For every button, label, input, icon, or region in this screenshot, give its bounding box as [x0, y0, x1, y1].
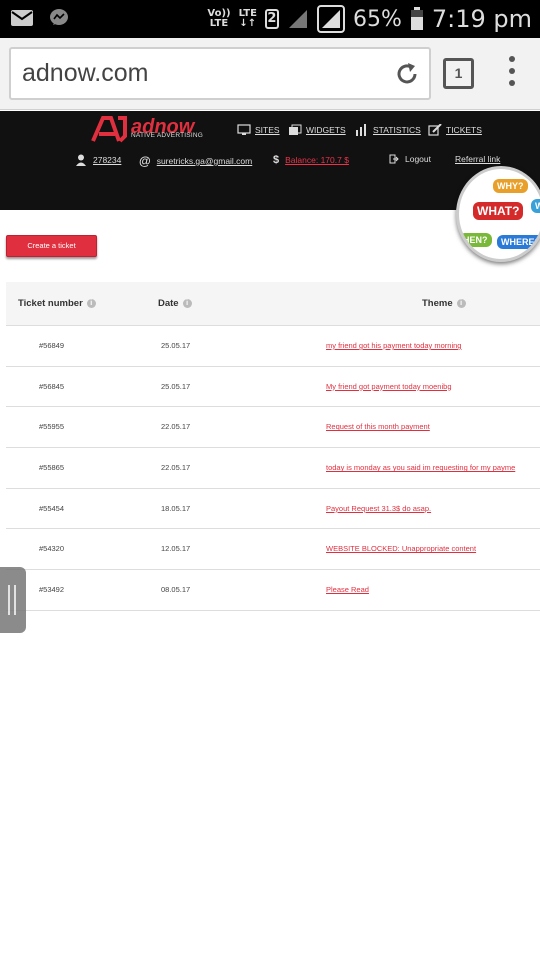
at-icon: @	[139, 154, 151, 168]
dollar-icon: $	[273, 154, 280, 166]
messenger-icon	[50, 9, 68, 25]
ticket-theme-link[interactable]: Please Read	[326, 585, 369, 594]
browser-toolbar: adnow.com 1	[0, 38, 540, 110]
user-icon	[76, 154, 86, 166]
nav-sites-label: SITES	[255, 125, 280, 135]
header-theme[interactable]: Theme i	[422, 298, 466, 309]
nav-tickets[interactable]: TICKETS	[428, 123, 482, 137]
referral-link[interactable]: Referral link	[455, 154, 500, 164]
ticket-number: #56849	[39, 341, 65, 350]
table-header: Ticket number i Date i Theme i	[6, 282, 540, 326]
logo-tagline: NATIVE ADVERTISING	[131, 132, 203, 139]
table-row[interactable]: #53492 08.05.17 Please Read	[6, 570, 540, 611]
ticket-theme-link[interactable]: my friend got his payment today morning	[326, 341, 461, 350]
badge-where: WHERE?	[497, 235, 540, 249]
lte-indicator: LTE ↓↑	[239, 9, 257, 29]
monitor-icon	[237, 124, 251, 135]
widgets-icon	[289, 124, 302, 135]
ticket-date: 25.05.17	[161, 381, 191, 391]
side-drawer-handle[interactable]	[0, 567, 26, 633]
tab-switcher-button[interactable]: 1	[443, 58, 474, 89]
table-row[interactable]: #54320 12.05.17 WEBSITE BLOCKED: Unappro…	[6, 529, 540, 571]
battery-percent: 65%	[352, 6, 402, 32]
ticket-number: #55865	[39, 463, 65, 473]
badge-why: WHY?	[493, 179, 528, 193]
ticket-date: 18.05.17	[161, 503, 191, 513]
header-ticket-number-label: Ticket number	[18, 298, 83, 309]
ticket-number: #54320	[39, 544, 65, 554]
ticket-date: 25.05.17	[161, 341, 191, 350]
tickets-table: Ticket number i Date i Theme i #56849 25…	[6, 282, 540, 611]
address-bar[interactable]: adnow.com	[9, 47, 431, 100]
table-row[interactable]: #56845 25.05.17 My friend got payment to…	[6, 367, 540, 408]
table-row[interactable]: #55454 18.05.17 Payout Request 31.3$ do …	[6, 489, 540, 530]
info-icon[interactable]: i	[182, 299, 192, 308]
table-row[interactable]: #55955 22.05.17 Request of this month pa…	[6, 407, 540, 449]
signal-icon	[288, 10, 307, 28]
signal-strong-icon	[316, 5, 345, 33]
clock: 7:19 pm	[431, 5, 532, 33]
info-icon[interactable]: i	[86, 299, 96, 308]
table-row[interactable]: #55865 22.05.17 today is monday as you s…	[6, 448, 540, 489]
ticket-date: 22.05.17	[161, 422, 191, 432]
ticket-date: 08.05.17	[161, 585, 191, 595]
bar-chart-icon	[356, 124, 366, 136]
balance-link[interactable]: Balance: 170.7 $	[285, 155, 349, 165]
ticket-theme-link[interactable]: WEBSITE BLOCKED: Unappropriate content	[326, 544, 476, 553]
url-text[interactable]: adnow.com	[22, 59, 148, 88]
nav-statistics[interactable]: STATISTICS	[355, 123, 421, 137]
ticket-number: #55955	[39, 422, 65, 432]
header-ticket-number[interactable]: Ticket number i	[18, 298, 96, 309]
edit-icon	[428, 124, 442, 136]
data-arrows-icon: ↓↑	[239, 18, 257, 29]
logout-icon	[389, 154, 399, 164]
nav-statistics-label: STATISTICS	[373, 125, 421, 135]
badge-when: HEN?	[459, 233, 492, 247]
ticket-date: 22.05.17	[161, 463, 191, 473]
header-theme-label: Theme	[422, 298, 453, 309]
table-row[interactable]: #56849 25.05.17 my friend got his paymen…	[6, 326, 540, 367]
ticket-number: #55454	[39, 503, 65, 513]
ticket-number: #53492	[39, 585, 65, 595]
ticket-number: #56845	[39, 381, 65, 391]
volte-indicator: Vo)) LTE	[207, 9, 230, 29]
help-badge[interactable]: WHY? WHAT? WH HEN? WHERE?	[456, 166, 540, 262]
nav-sites[interactable]: SITES	[237, 123, 280, 137]
nav-tickets-label: TICKETS	[446, 125, 482, 135]
more-menu-icon[interactable]	[505, 56, 519, 92]
ticket-theme-link[interactable]: Payout Request 31.3$ do asap.	[326, 504, 431, 513]
ticket-theme-link[interactable]: My friend got payment today moenibg	[326, 382, 452, 391]
user-email[interactable]: @ suretricks.ga@gmail.com	[139, 154, 252, 168]
user-id[interactable]: 278234	[75, 154, 121, 166]
mail-icon	[11, 10, 33, 26]
sim-slot-badge: 2	[264, 9, 279, 29]
volte-bottom-label: LTE	[209, 18, 229, 29]
logout-label[interactable]: Logout	[405, 154, 431, 164]
adnow-logo[interactable]: adnow	[91, 114, 206, 144]
user-id-link[interactable]: 278234	[93, 155, 121, 165]
info-icon[interactable]: i	[456, 299, 466, 308]
ticket-theme-link[interactable]: today is monday as you said im requestin…	[326, 463, 515, 472]
header-date[interactable]: Date i	[158, 298, 192, 309]
ticket-date: 12.05.17	[161, 544, 191, 554]
logout[interactable]: Logout	[389, 154, 431, 164]
nav-widgets-label: WIDGETS	[306, 125, 346, 135]
badge-what: WHAT?	[473, 202, 524, 220]
header-date-label: Date	[158, 298, 179, 309]
referral[interactable]: Referral link	[455, 154, 500, 164]
reload-icon[interactable]	[393, 60, 421, 88]
battery-icon	[410, 7, 423, 30]
create-ticket-button[interactable]: Create a ticket	[6, 235, 97, 257]
nav-widgets[interactable]: WIDGETS	[288, 123, 346, 137]
user-balance[interactable]: $ Balance: 170.7 $	[273, 154, 349, 166]
user-email-link[interactable]: suretricks.ga@gmail.com	[157, 156, 253, 166]
status-bar: Vo)) LTE LTE ↓↑ 2 65% 7:19 pm	[0, 0, 540, 38]
ticket-theme-link[interactable]: Request of this month payment	[326, 422, 430, 431]
badge-wh: WH	[531, 199, 540, 213]
